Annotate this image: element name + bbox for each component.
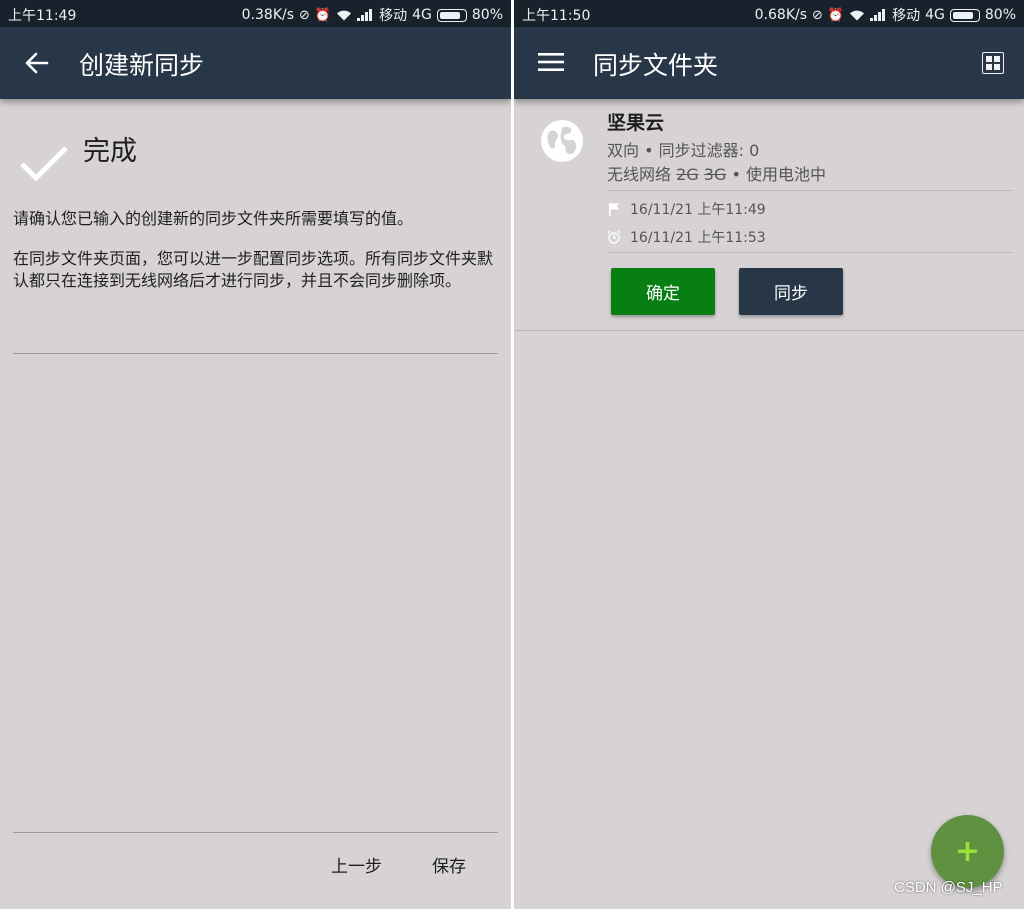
left-screen: 上午11:49 0.38K/s ⊘ ⏰ 移动 4G 80% 创建新同步 完成 请…: [0, 0, 511, 909]
network-type: 4G: [412, 7, 432, 23]
network-speed: 0.68K/s: [754, 7, 808, 23]
plus-icon: +: [954, 833, 981, 869]
folder-name: 坚果云: [607, 112, 665, 134]
carrier-label: 移动: [379, 8, 408, 24]
battery-icon: [949, 8, 980, 22]
battery-percent: 80%: [471, 7, 503, 23]
status-right: 0.68K/s ⊘ ⏰ 移动 4G 80%: [755, 5, 1016, 25]
created-row: 16/11/21 上午11:49: [607, 199, 766, 219]
confirm-button[interactable]: 确定: [611, 268, 715, 315]
page-title: 创建新同步: [79, 51, 205, 80]
add-folder-button[interactable]: +: [931, 815, 1004, 888]
status-bar: 上午11:49 0.38K/s ⊘ ⏰ 移动 4G 80%: [0, 0, 511, 27]
scheduled-time: 16/11/21 上午11:53: [630, 230, 766, 246]
mute-icon: ⊘: [299, 7, 310, 23]
checkmark-icon: [20, 146, 68, 182]
2g-condition: 2G: [676, 165, 699, 184]
sync-button[interactable]: 同步: [739, 268, 843, 315]
flag-icon: [609, 203, 619, 216]
wifi-icon: [850, 10, 865, 21]
separator: •: [639, 141, 659, 160]
sync-filter: 同步过滤器: 0: [658, 141, 760, 160]
divider: [607, 252, 1014, 253]
network-type: 4G: [925, 7, 945, 23]
watermark: CSDN @SJ_HP: [894, 879, 1003, 896]
right-screen: 上午11:50 0.68K/s ⊘ ⏰ 移动 4G 80% 同步文件夹 坚果云 …: [514, 0, 1024, 909]
scheduled-row: 16/11/21 上午11:53: [607, 227, 766, 247]
wifi-condition: 无线网络: [607, 165, 672, 184]
divider: [13, 353, 498, 354]
signal-icon: [870, 9, 886, 21]
menu-icon[interactable]: [538, 51, 564, 73]
carrier-label: 移动: [892, 8, 921, 24]
done-heading: 完成: [83, 136, 137, 167]
mute-icon: ⊘: [812, 7, 823, 23]
created-time: 16/11/21 上午11:49: [630, 202, 766, 218]
app-bar: 创建新同步: [0, 27, 511, 99]
globe-icon: [541, 120, 583, 162]
grid-view-icon[interactable]: [982, 52, 1004, 74]
app-bar: 同步文件夹: [514, 27, 1024, 99]
divider: [13, 832, 498, 833]
confirm-text: 请确认您已输入的创建新的同步文件夹所需要填写的值。: [13, 209, 414, 228]
3g-condition: 3G: [703, 165, 727, 184]
back-arrow-icon[interactable]: [24, 51, 49, 75]
separator: •: [726, 165, 746, 184]
battery-condition: 使用电池中: [745, 165, 826, 184]
alarm-status-icon: ⏰: [827, 7, 845, 23]
alarm-clock-icon: [607, 230, 621, 244]
signal-icon: [357, 9, 373, 21]
network-conditions-line: 无线网络 2G 3G • 使用电池中: [607, 161, 826, 185]
sync-settings-line: 双向 • 同步过滤器: 0: [607, 137, 759, 161]
battery-percent: 80%: [984, 7, 1016, 23]
battery-icon: [436, 8, 467, 22]
wifi-icon: [337, 10, 352, 21]
status-time: 上午11:50: [522, 8, 591, 24]
alarm-status-icon: ⏰: [314, 7, 332, 23]
divider: [514, 330, 1024, 331]
status-time: 上午11:49: [8, 8, 77, 24]
divider: [607, 190, 1014, 191]
status-bar: 上午11:50 0.68K/s ⊘ ⏰ 移动 4G 80%: [514, 0, 1024, 27]
network-speed: 0.38K/s: [241, 7, 295, 23]
page-title: 同步文件夹: [593, 51, 719, 80]
status-right: 0.38K/s ⊘ ⏰ 移动 4G 80%: [242, 5, 503, 25]
info-text: 在同步文件夹页面，您可以进一步配置同步选项。所有同步文件夹默认都只在连接到无线网…: [13, 249, 494, 290]
sync-folder-card[interactable]: 坚果云 双向 • 同步过滤器: 0 无线网络 2G 3G • 使用电池中 16/…: [514, 99, 1024, 331]
save-button[interactable]: 保存: [432, 852, 466, 877]
previous-button[interactable]: 上一步: [331, 852, 382, 877]
sync-direction: 双向: [607, 141, 640, 160]
